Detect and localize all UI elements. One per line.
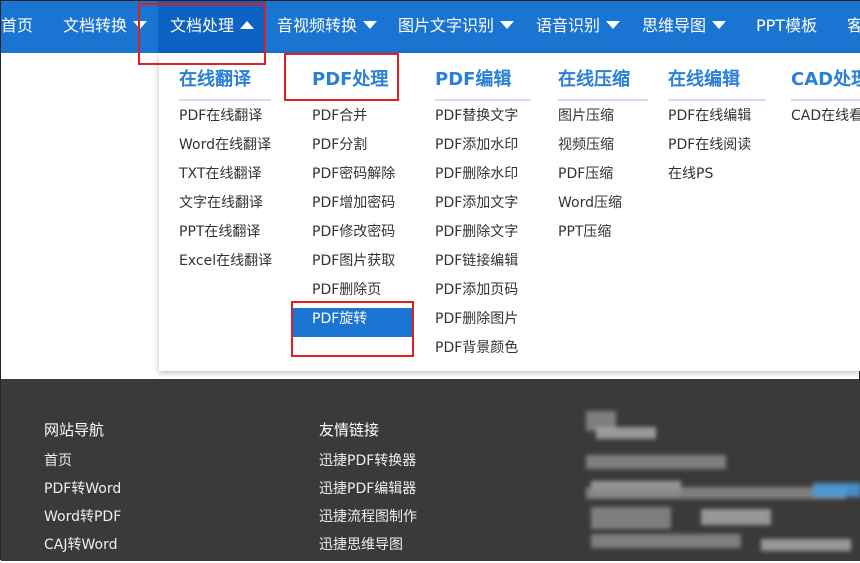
nav-label: 思维导图 [642, 16, 707, 35]
menu-item[interactable]: PDF修改密码 [292, 221, 412, 250]
menu-item[interactable]: PDF删除水印 [435, 163, 518, 192]
column-cad-process: CAD处理 CAD在线看 [791, 53, 860, 371]
menu-item[interactable]: PDF删除页 [292, 279, 412, 308]
nav-home[interactable]: 首页 [1, 1, 33, 53]
menu-item[interactable]: PDF添加水印 [435, 134, 518, 163]
footer-friend-links: 迅捷PDF转换器 迅捷PDF编辑器 迅捷流程图制作 迅捷思维导图 [319, 451, 417, 563]
caret-down-icon [133, 20, 148, 29]
menu-item-selected[interactable]: PDF旋转 [292, 308, 412, 337]
caret-down-icon [606, 20, 621, 29]
nav-ocr[interactable]: 图片文字识别 [398, 1, 515, 53]
menu-item[interactable]: PDF链接编辑 [435, 250, 518, 279]
column-title[interactable]: PDF处理 [312, 65, 400, 101]
site-footer: 网站导航 首页 PDF转Word Word转PDF CAJ转Word 友情链接 … [1, 379, 860, 561]
menu-item[interactable]: 视频压缩 [558, 134, 622, 163]
column-title[interactable]: 在线翻译 [179, 65, 271, 101]
nav-label: 首页 [1, 16, 34, 35]
column-title[interactable]: 在线压缩 [558, 65, 648, 101]
nav-speech[interactable]: 语音识别 [536, 1, 621, 53]
column-links: PDF合并 PDF分割 PDF密码解除 PDF增加密码 PDF修改密码 PDF图… [292, 105, 412, 337]
top-nav: 首页 文档转换 文档处理 音视频转换 图片文字识别 语音识别 思维导图 PPT模… [1, 1, 860, 53]
column-title[interactable]: CAD处理 [791, 65, 860, 101]
footer-link[interactable]: 迅捷思维导图 [319, 535, 417, 563]
column-links: CAD在线看 [791, 105, 860, 134]
menu-item[interactable]: Excel在线翻译 [179, 250, 272, 279]
menu-item[interactable]: PDF分割 [292, 134, 412, 163]
menu-item[interactable]: PDF密码解除 [292, 163, 412, 192]
menu-item[interactable]: 图片压缩 [558, 105, 622, 134]
menu-item[interactable]: PPT压缩 [558, 221, 622, 250]
menu-item[interactable]: PDF添加页码 [435, 279, 518, 308]
footer-link[interactable]: 迅捷PDF转换器 [319, 451, 417, 479]
nav-label: 文档转换 [63, 16, 128, 35]
menu-item[interactable]: PDF增加密码 [292, 192, 412, 221]
column-links: PDF替换文字 PDF添加水印 PDF删除水印 PDF添加文字 PDF删除文字 … [435, 105, 518, 366]
caret-down-icon [712, 20, 727, 29]
footer-link[interactable]: Word转PDF [44, 507, 121, 535]
caret-up-icon [240, 20, 255, 29]
menu-item[interactable]: 文字在线翻译 [179, 192, 272, 221]
column-links: PDF在线翻译 Word在线翻译 TXT在线翻译 文字在线翻译 PPT在线翻译 … [179, 105, 272, 279]
footer-link[interactable]: CAJ转Word [44, 535, 121, 563]
menu-item[interactable]: PDF删除图片 [435, 308, 518, 337]
menu-item[interactable]: PDF在线翻译 [179, 105, 272, 134]
menu-item[interactable]: Word在线翻译 [179, 134, 272, 163]
nav-av-convert[interactable]: 音视频转换 [277, 1, 378, 53]
column-links: 图片压缩 视频压缩 PDF压缩 Word压缩 PPT压缩 [558, 105, 622, 250]
caret-down-icon [500, 20, 515, 29]
menu-item[interactable]: Word压缩 [558, 192, 622, 221]
column-links: PDF在线编辑 PDF在线阅读 在线PS [668, 105, 751, 192]
footer-link[interactable]: 迅捷PDF编辑器 [319, 479, 417, 507]
nav-doc-process[interactable]: 文档处理 [158, 1, 267, 53]
menu-item[interactable]: PDF合并 [292, 105, 412, 134]
nav-ppt-template[interactable]: PPT模板 [756, 1, 817, 53]
nav-label: PPT模板 [756, 16, 818, 35]
nav-label: 客 [847, 16, 860, 35]
footer-link[interactable]: 首页 [44, 451, 121, 479]
footer-link[interactable]: 迅捷流程图制作 [319, 507, 417, 535]
column-title[interactable]: PDF编辑 [435, 65, 531, 101]
nav-mindmap[interactable]: 思维导图 [642, 1, 727, 53]
menu-item[interactable]: TXT在线翻译 [179, 163, 272, 192]
menu-item[interactable]: PDF在线编辑 [668, 105, 751, 134]
caret-down-icon [363, 20, 378, 29]
footer-link[interactable]: PDF转Word [44, 479, 121, 507]
menu-item[interactable]: PDF压缩 [558, 163, 622, 192]
nav-doc-convert[interactable]: 文档转换 [63, 1, 148, 53]
footer-nav-links: 首页 PDF转Word Word转PDF CAJ转Word [44, 451, 121, 563]
nav-more[interactable]: 客 [847, 1, 860, 53]
menu-item[interactable]: PDF添加文字 [435, 192, 518, 221]
menu-item[interactable]: PDF替换文字 [435, 105, 518, 134]
menu-item[interactable]: PDF背景颜色 [435, 337, 518, 366]
nav-label: 文档处理 [170, 16, 235, 35]
footer-nav-title: 网站导航 [44, 421, 105, 439]
nav-label: 音视频转换 [277, 16, 358, 35]
nav-label: 语音识别 [536, 16, 601, 35]
menu-item[interactable]: 在线PS [668, 163, 751, 192]
footer-friends-title: 友情链接 [319, 421, 380, 439]
doc-process-dropdown: 在线翻译 PDF在线翻译 Word在线翻译 TXT在线翻译 文字在线翻译 PPT… [159, 53, 860, 371]
column-title[interactable]: 在线编辑 [668, 65, 766, 101]
menu-item[interactable]: PDF在线阅读 [668, 134, 751, 163]
menu-item[interactable]: PPT在线翻译 [179, 221, 272, 250]
menu-item[interactable]: PDF图片获取 [292, 250, 412, 279]
menu-item[interactable]: CAD在线看 [791, 105, 860, 134]
menu-item[interactable]: PDF删除文字 [435, 221, 518, 250]
nav-label: 图片文字识别 [398, 16, 495, 35]
